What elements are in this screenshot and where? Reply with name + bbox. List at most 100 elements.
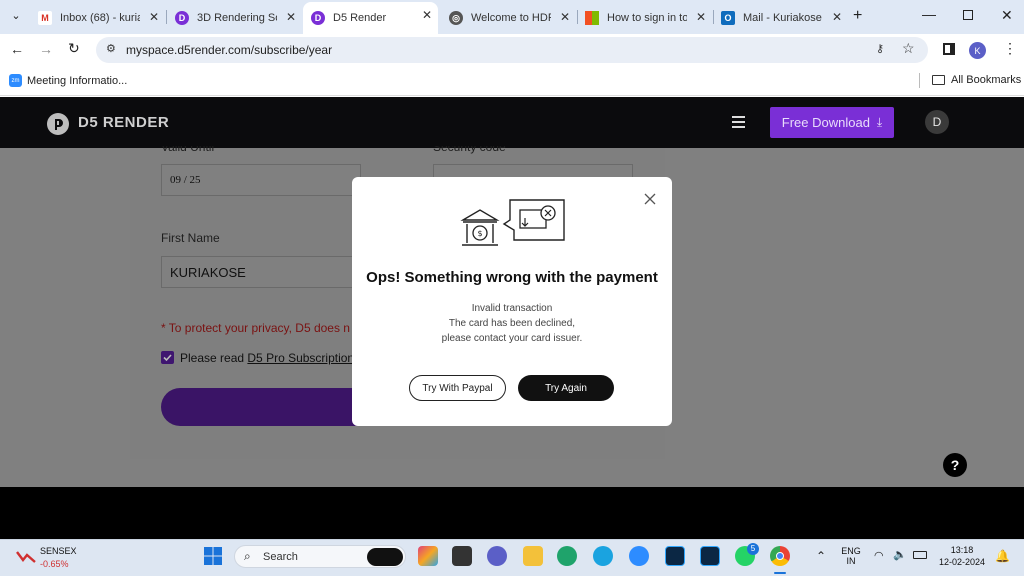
reload-icon[interactable]: ↻ <box>68 40 80 57</box>
pay-button[interactable] <box>161 388 361 426</box>
close-window-button[interactable]: ✕ <box>1001 7 1013 24</box>
file-explorer-icon[interactable] <box>523 546 543 566</box>
stock-widget[interactable]: SENSEX -0.65% <box>14 544 94 572</box>
gmail-icon: M <box>38 11 52 25</box>
address-bar[interactable]: ⚙ myspace.d5render.com/subscribe/year ⚷ … <box>96 37 928 63</box>
active-app-indicator <box>774 572 786 574</box>
chevron-up-icon[interactable]: ⌃ <box>816 549 826 563</box>
edge-icon[interactable] <box>557 546 577 566</box>
sidepanel-icon[interactable] <box>943 43 955 55</box>
search-placeholder: Search <box>263 551 298 563</box>
bookmark-star-icon[interactable]: ☆ <box>902 40 915 57</box>
zoom-app-icon[interactable] <box>629 546 649 566</box>
close-icon[interactable]: ✕ <box>286 10 296 24</box>
clock[interactable]: 13:18 12-02-2024 <box>934 545 990 567</box>
first-name-label: First Name <box>161 231 220 245</box>
user-avatar[interactable]: D <box>925 110 949 134</box>
url-text: myspace.d5render.com/subscribe/year <box>126 43 333 57</box>
d5-logo-icon[interactable] <box>47 113 69 135</box>
restore-button[interactable] <box>963 10 973 20</box>
agree-checkbox[interactable] <box>161 351 174 364</box>
tab-label: Inbox (68) - kurian <box>60 12 140 24</box>
bookmarks-divider <box>919 73 920 88</box>
svg-text:$: $ <box>477 229 482 238</box>
tab-gmail[interactable]: M Inbox (68) - kurian ✕ <box>30 4 165 32</box>
chrome-icon[interactable] <box>770 546 790 566</box>
minimize-button[interactable]: — <box>922 6 936 22</box>
folder-icon <box>932 75 945 85</box>
photoshop-icon[interactable] <box>700 546 720 566</box>
teams-icon[interactable] <box>487 546 507 566</box>
volume-icon[interactable]: 🔈 <box>893 548 907 561</box>
zoom-icon: zm <box>9 74 22 87</box>
clock-time: 13:18 <box>950 545 974 555</box>
close-icon[interactable]: ✕ <box>422 8 432 22</box>
key-icon[interactable]: ⚷ <box>876 42 884 55</box>
free-download-button[interactable]: Free Download ⤓ <box>770 107 894 138</box>
office-icon[interactable] <box>418 546 438 566</box>
dialog-message-line-3: please contact your card issuer. <box>441 333 583 344</box>
site-info-icon[interactable]: ⚙ <box>106 42 116 55</box>
help-button[interactable]: ? <box>943 453 967 477</box>
menu-kebab-icon[interactable]: ⋮ <box>1003 40 1017 57</box>
stock-down-icon <box>16 550 36 564</box>
download-icon: ⤓ <box>876 115 883 129</box>
clock-date: 12-02-2024 <box>938 557 986 567</box>
search-icon: ⌕ <box>244 549 251 563</box>
first-name-value: KURIAKOSE <box>170 264 246 280</box>
tab-hdfc[interactable]: ◎ Welcome to HDFC ✕ <box>441 4 576 32</box>
photoshop-icon[interactable] <box>665 546 685 566</box>
agree-text: Please read D5 Pro Subscription <box>180 351 354 365</box>
wifi-icon[interactable]: ◠ <box>874 549 884 562</box>
try-paypal-button[interactable]: Try With Paypal <box>409 375 506 401</box>
battery-icon[interactable] <box>913 551 927 559</box>
free-download-label: Free Download <box>781 115 870 130</box>
tab-search-button[interactable]: ⌄ <box>8 9 24 25</box>
close-icon[interactable] <box>643 192 657 206</box>
dialog-message-line-1: Invalid transaction <box>471 303 553 314</box>
valid-until-input[interactable]: 09 / 25 <box>161 164 361 196</box>
privacy-note: * To protect your privacy, D5 does n <box>161 321 350 335</box>
bookmark-meeting[interactable]: zm Meeting Informatio... <box>9 74 127 87</box>
valid-until-value: 09 / 25 <box>170 174 201 186</box>
outlook-icon: O <box>721 11 735 25</box>
bookmark-label: Meeting Informatio... <box>27 74 128 87</box>
dialog-title: Ops! Something wrong with the payment <box>366 269 658 286</box>
subscription-terms-link[interactable]: D5 Pro Subscription <box>247 351 354 365</box>
close-icon[interactable]: ✕ <box>560 10 570 24</box>
new-tab-button[interactable]: + <box>853 7 862 25</box>
close-icon[interactable]: ✕ <box>696 10 706 24</box>
browser-toolbar: ← → ↻ ⚙ myspace.d5render.com/subscribe/y… <box>0 34 1024 66</box>
forward-icon[interactable]: → <box>39 41 53 57</box>
taskbar-search[interactable]: ⌕ Search <box>234 545 406 568</box>
windows-start-icon[interactable] <box>203 546 223 566</box>
bank-card-declined-icon: $ <box>460 196 568 250</box>
tab-label: 3D Rendering Soft <box>197 12 277 24</box>
check-icon <box>163 354 172 362</box>
tab-microsoft[interactable]: How to sign in to ✕ <box>577 4 712 32</box>
close-icon[interactable]: ✕ <box>832 10 842 24</box>
whatsapp-badge: 5 <box>747 543 759 555</box>
language-indicator[interactable]: ENG IN <box>838 546 864 566</box>
first-name-input[interactable]: KURIAKOSE <box>161 256 361 288</box>
browser-tab-strip: ⌄ M Inbox (68) - kurian ✕ D 3D Rendering… <box>0 0 1024 34</box>
try-again-button[interactable]: Try Again <box>518 375 614 401</box>
close-icon[interactable]: ✕ <box>149 10 159 24</box>
all-bookmarks[interactable]: All Bookmarks <box>932 74 1021 86</box>
notification-bell-icon[interactable]: 🔔 <box>995 549 1010 563</box>
task-view-icon[interactable] <box>452 546 472 566</box>
tab-3d-rendering[interactable]: D 3D Rendering Soft ✕ <box>167 4 302 32</box>
bookmarks-bar: zm Meeting Informatio... All Bookmarks <box>0 66 1024 96</box>
skype-icon[interactable] <box>593 546 613 566</box>
dialog-message-line-2: The card has been declined, <box>448 318 576 329</box>
back-icon[interactable]: ← <box>10 41 24 57</box>
brand-name[interactable]: D5 RENDER <box>78 114 169 131</box>
tab-outlook[interactable]: O Mail - Kuriakose P ✕ <box>713 4 848 32</box>
tab-label: How to sign in to <box>607 12 687 24</box>
tab-label: Mail - Kuriakose P <box>743 12 823 24</box>
tab-d5-render[interactable]: D D5 Render ✕ <box>303 2 438 34</box>
microsoft-icon <box>585 11 599 25</box>
profile-avatar[interactable]: K <box>969 42 986 59</box>
ticker-name: SENSEX <box>40 546 77 556</box>
hamburger-menu-icon[interactable] <box>732 116 745 128</box>
